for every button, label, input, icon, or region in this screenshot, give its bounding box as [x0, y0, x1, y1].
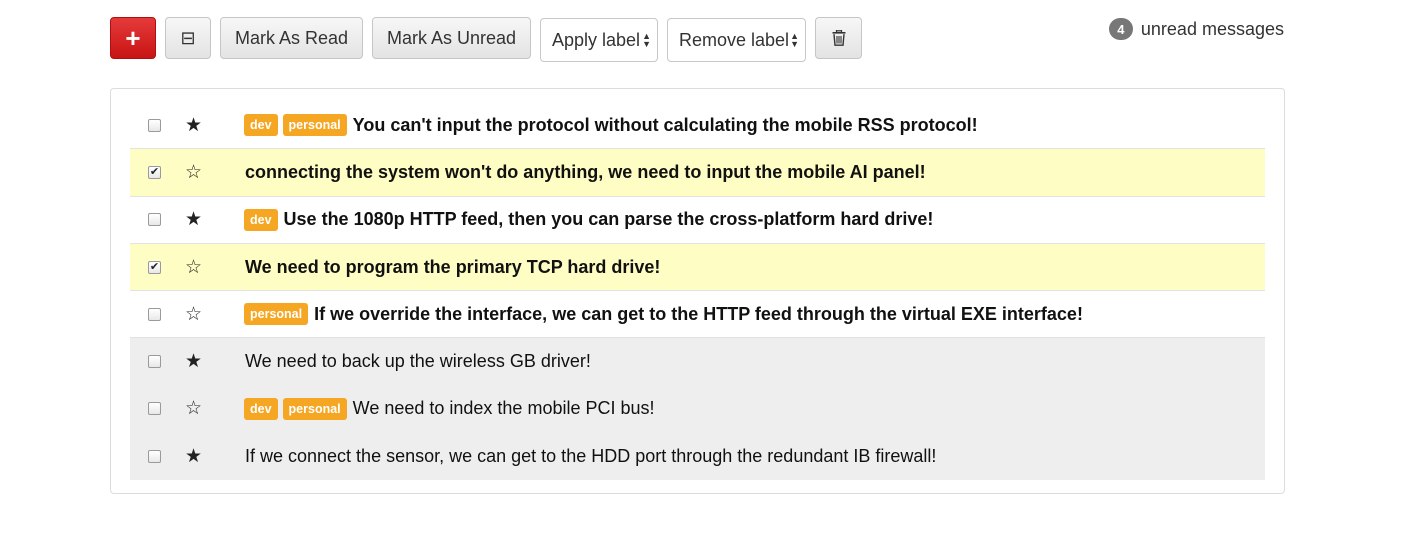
message-subject: connecting the system won't do anything,… — [245, 161, 926, 182]
unread-count-badge: 4 — [1108, 18, 1133, 40]
message-subject: We need to program the primary TCP hard … — [245, 256, 661, 277]
message-row[interactable]: ★ dev personal You can't input the protocol… — [130, 102, 1265, 150]
message-subject: Use the 1080p HTTP feed, then you can pa… — [283, 209, 934, 230]
message-row[interactable]: ★ If we connect the sensor, we can get to… — [130, 433, 1265, 481]
star-filled-icon[interactable]: ★ — [185, 447, 202, 466]
star-outline-icon[interactable]: ☆ — [185, 163, 202, 182]
mark-as-unread-button[interactable]: Mark As Unread — [372, 17, 531, 59]
label-tag-personal: personal — [244, 303, 309, 326]
star-outline-icon[interactable]: ☆ — [185, 399, 202, 418]
checkbox[interactable] — [148, 402, 161, 416]
message-content: We need to program the primary TCP hard … — [244, 257, 660, 278]
message-content: connecting the system won't do anything,… — [244, 162, 926, 183]
message-content: We need to back up the wireless GB drive… — [244, 351, 591, 372]
remove-label-text: Remove label — [679, 29, 790, 50]
label-tag-dev: dev — [244, 208, 278, 231]
collapse-button[interactable]: ⊟ — [165, 17, 211, 59]
mark-as-read-button[interactable]: Mark As Read — [220, 17, 363, 59]
minus-square-icon: ⊟ — [180, 27, 196, 48]
unread-indicator: 4 unread messages — [1108, 18, 1284, 40]
checkbox[interactable] — [148, 355, 161, 369]
label-tag-dev: dev — [244, 114, 278, 137]
message-content: dev personal We need to index the mobile P… — [244, 397, 655, 420]
label-tag-dev: dev — [244, 397, 278, 420]
checkbox-checked[interactable]: ✔ — [148, 165, 161, 179]
message-content: dev personal You can't input the protocol … — [244, 114, 978, 137]
message-subject: We need to back up the wireless GB drive… — [245, 351, 591, 372]
message-content: personal If we override the interface, we… — [244, 303, 1083, 326]
message-row[interactable]: ★ We need to back up the wireless GB driv… — [130, 338, 1265, 386]
message-content: dev Use the 1080p HTTP feed, then you can… — [244, 208, 934, 231]
checkbox[interactable] — [148, 213, 161, 227]
checkbox[interactable] — [148, 307, 161, 321]
message-row[interactable]: ✔ ☆ connecting the system won't do anythin… — [130, 149, 1265, 197]
message-row[interactable]: ☆ personal If we override the interface, w… — [130, 291, 1265, 339]
star-filled-icon[interactable]: ★ — [185, 116, 202, 135]
message-subject: You can't input the protocol without cal… — [352, 114, 978, 135]
apply-label-select[interactable]: Apply label ▲ ▼ — [540, 18, 658, 62]
updown-arrows-icon: ▲ ▼ — [790, 31, 799, 49]
add-button[interactable]: + — [110, 17, 156, 59]
updown-arrows-icon: ▲ ▼ — [642, 31, 651, 49]
message-row[interactable]: ☆ dev personal We need to index the mobile … — [130, 385, 1265, 434]
star-filled-icon[interactable]: ★ — [185, 352, 202, 371]
message-panel: ★ dev personal You can't input the protocol… — [110, 88, 1285, 494]
remove-label-select[interactable]: Remove label ▲ ▼ — [667, 18, 806, 62]
message-content: If we connect the sensor, we can get to … — [244, 446, 936, 467]
star-outline-icon[interactable]: ☆ — [185, 258, 202, 277]
apply-label-text: Apply label — [552, 29, 641, 50]
delete-button[interactable] — [815, 17, 862, 59]
star-filled-icon[interactable]: ★ — [185, 210, 202, 229]
message-subject: We need to index the mobile PCI bus! — [352, 398, 655, 419]
checkbox-checked[interactable]: ✔ — [148, 260, 161, 274]
toolbar: + ⊟ Mark As Read Mark As Unread Apply la… — [110, 17, 871, 62]
unread-text: unread messages — [1140, 18, 1284, 39]
label-tag-personal: personal — [282, 114, 347, 137]
message-row[interactable]: ✔ ☆ We need to program the primary TCP har… — [130, 243, 1265, 292]
star-outline-icon[interactable]: ☆ — [185, 305, 202, 324]
checkbox[interactable] — [148, 449, 161, 463]
message-list: ★ dev personal You can't input the protocol… — [130, 102, 1265, 481]
message-subject: If we override the interface, we can get… — [314, 303, 1083, 324]
message-row[interactable]: ★ dev Use the 1080p HTTP feed, then you ca… — [130, 197, 1265, 244]
trash-icon — [832, 30, 845, 46]
message-subject: If we connect the sensor, we can get to … — [245, 445, 937, 466]
plus-icon: + — [125, 22, 141, 53]
checkbox[interactable] — [148, 118, 161, 132]
label-tag-personal: personal — [282, 397, 347, 420]
